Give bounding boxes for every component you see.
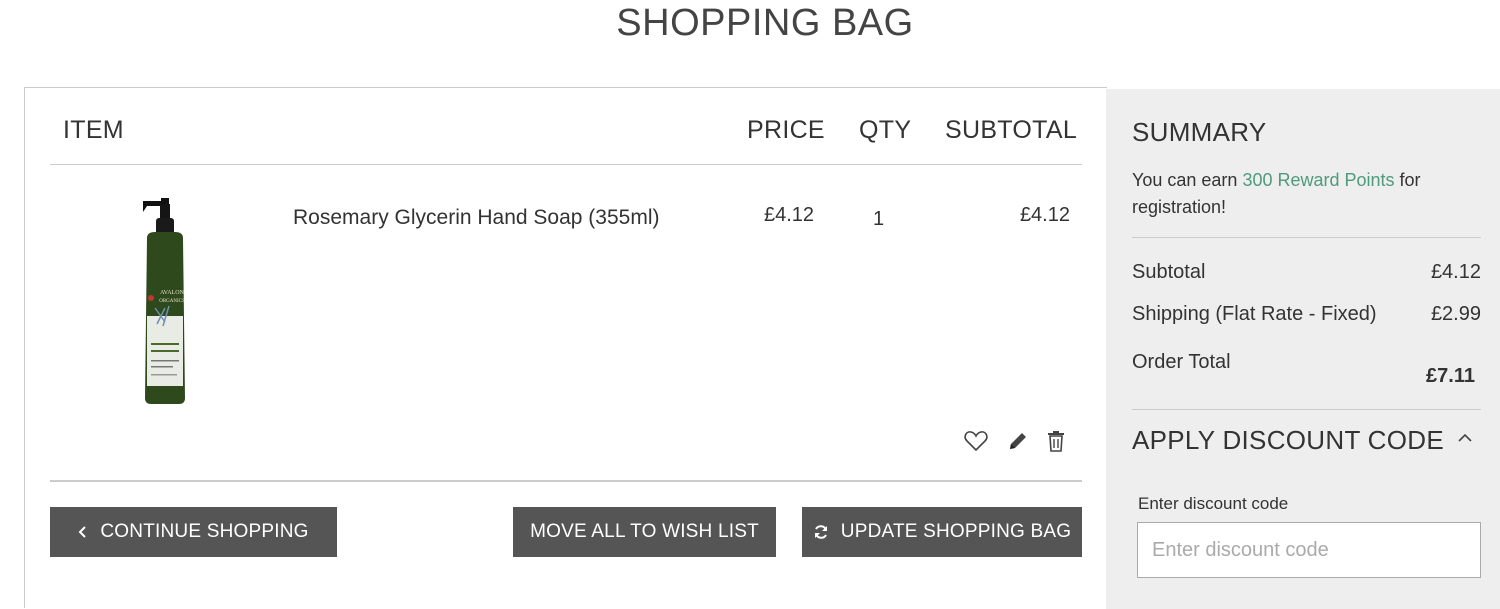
quantity-value[interactable]: 1 (873, 208, 884, 231)
footer-divider (50, 480, 1082, 482)
item-subtotal: £4.12 (1019, 204, 1070, 226)
continue-shopping-button[interactable]: CONTINUE SHOPPING (50, 507, 337, 557)
summary-row-subtotal: Subtotal £4.12 (1132, 261, 1481, 284)
summary-row-order-total: Order Total £7.11 (1132, 351, 1481, 388)
discount-code-input[interactable] (1137, 522, 1481, 578)
summary-divider (1132, 237, 1481, 238)
page-title: SHOPPING BAG (616, 2, 914, 44)
refresh-icon (813, 524, 829, 540)
summary-subtotal-value: £4.12 (1430, 261, 1481, 283)
order-summary: SUMMARY You can earn 300 Reward Points f… (1106, 89, 1500, 609)
column-header-item: ITEM (63, 116, 124, 144)
summary-shipping-label: Shipping (Flat Rate - Fixed) (1132, 303, 1377, 325)
update-shopping-bag-button[interactable]: UPDATE SHOPPING BAG (802, 507, 1082, 557)
trash-icon[interactable] (1043, 428, 1069, 454)
chevron-up-icon[interactable] (1456, 429, 1474, 447)
update-shopping-bag-label: UPDATE SHOPPING BAG (840, 521, 1072, 542)
pencil-icon[interactable] (1005, 428, 1031, 454)
reward-points-message: You can earn 300 Reward Points for regis… (1132, 170, 1421, 217)
order-total-value: £7.11 (1426, 365, 1475, 387)
summary-divider-2 (1132, 409, 1481, 410)
product-brand-logo: AVALON (160, 290, 184, 296)
cart-panel: ITEM PRICE QTY SUBTOTAL AVALON ORGANICS … (24, 87, 1107, 608)
heart-icon[interactable] (963, 428, 989, 454)
product-image[interactable]: AVALON ORGANICS (125, 198, 205, 406)
column-header-subtotal: SUBTOTAL (945, 116, 1078, 144)
summary-title: SUMMARY (1132, 117, 1267, 147)
summary-subtotal-label: Subtotal (1132, 261, 1206, 283)
chevron-left-icon (78, 525, 88, 539)
header-divider (50, 164, 1082, 165)
summary-row-shipping: Shipping (Flat Rate - Fixed) £2.99 (1132, 303, 1481, 326)
summary-shipping-value: £2.99 (1430, 303, 1481, 325)
apply-discount-toggle[interactable]: APPLY DISCOUNT CODE (1132, 425, 1444, 456)
continue-shopping-label: CONTINUE SHOPPING (100, 521, 309, 542)
item-price: £4.12 (764, 204, 815, 226)
item-actions (963, 428, 1069, 454)
reward-points-link[interactable]: 300 Reward Points (1242, 170, 1394, 190)
move-all-to-wishlist-button[interactable]: MOVE ALL TO WISH LIST (513, 507, 776, 557)
order-total-label: Order Total (1132, 351, 1231, 373)
discount-code-label: Enter discount code (1138, 494, 1289, 513)
column-header-qty: QTY (859, 116, 912, 144)
column-header-price: PRICE (747, 116, 825, 144)
move-all-to-wishlist-label: MOVE ALL TO WISH LIST (530, 521, 759, 542)
svg-text:ORGANICS: ORGANICS (159, 299, 185, 304)
product-name[interactable]: Rosemary Glycerin Hand Soap (355ml) (293, 206, 659, 230)
